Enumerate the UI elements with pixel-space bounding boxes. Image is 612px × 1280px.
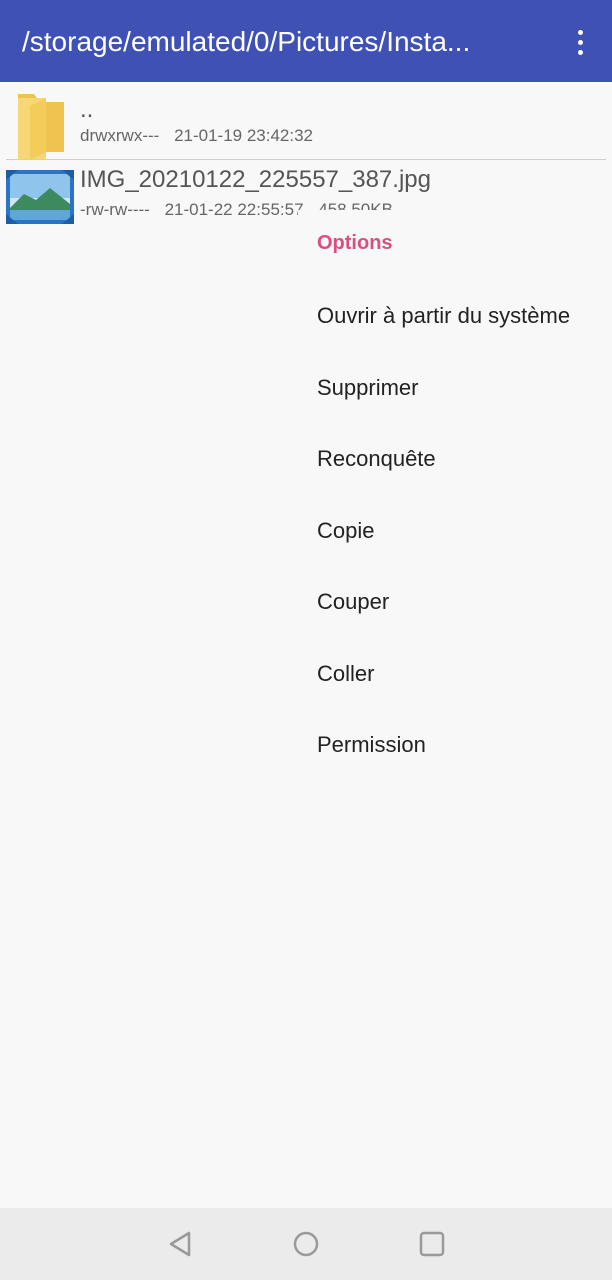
- file-name: ..: [80, 96, 94, 123]
- file-date: 21-01-22 22:55:57: [164, 200, 304, 219]
- path-title: /storage/emulated/0/Pictures/Insta...: [22, 26, 471, 57]
- home-icon[interactable]: [292, 1230, 320, 1258]
- menu-heading: Options: [317, 232, 393, 254]
- more-vert-icon[interactable]: [562, 22, 598, 62]
- menu-item-rename[interactable]: Reconquête: [317, 446, 436, 472]
- file-row-parent[interactable]: .. drwxrwx--- 21-01-19 23:42:32: [0, 82, 612, 160]
- menu-item-paste[interactable]: Coller: [317, 661, 374, 687]
- menu-item-cut[interactable]: Couper: [317, 589, 389, 615]
- folder-icon: [18, 94, 64, 160]
- file-date: 21-01-19 23:42:32: [174, 126, 314, 145]
- menu-item-permission[interactable]: Permission: [317, 732, 426, 758]
- file-meta: drwxrwx--- 21-01-19 23:42:32: [80, 126, 323, 146]
- menu-item-copy[interactable]: Copie: [317, 518, 374, 544]
- image-icon: [6, 170, 74, 224]
- system-nav-bar: [0, 1208, 612, 1280]
- recents-icon[interactable]: [418, 1230, 446, 1258]
- menu-item-delete[interactable]: Supprimer: [317, 375, 418, 401]
- options-menu: Options Ouvrir à partir du système Suppr…: [298, 210, 612, 790]
- back-icon[interactable]: [167, 1230, 195, 1258]
- app-bar: /storage/emulated/0/Pictures/Insta...: [0, 0, 612, 82]
- menu-item-open-with-system[interactable]: Ouvrir à partir du système: [317, 303, 570, 329]
- file-permissions: drwxrwx---: [80, 126, 160, 145]
- file-permissions: -rw-rw----: [80, 200, 150, 219]
- file-name: IMG_20210122_225557_387.jpg: [80, 166, 431, 193]
